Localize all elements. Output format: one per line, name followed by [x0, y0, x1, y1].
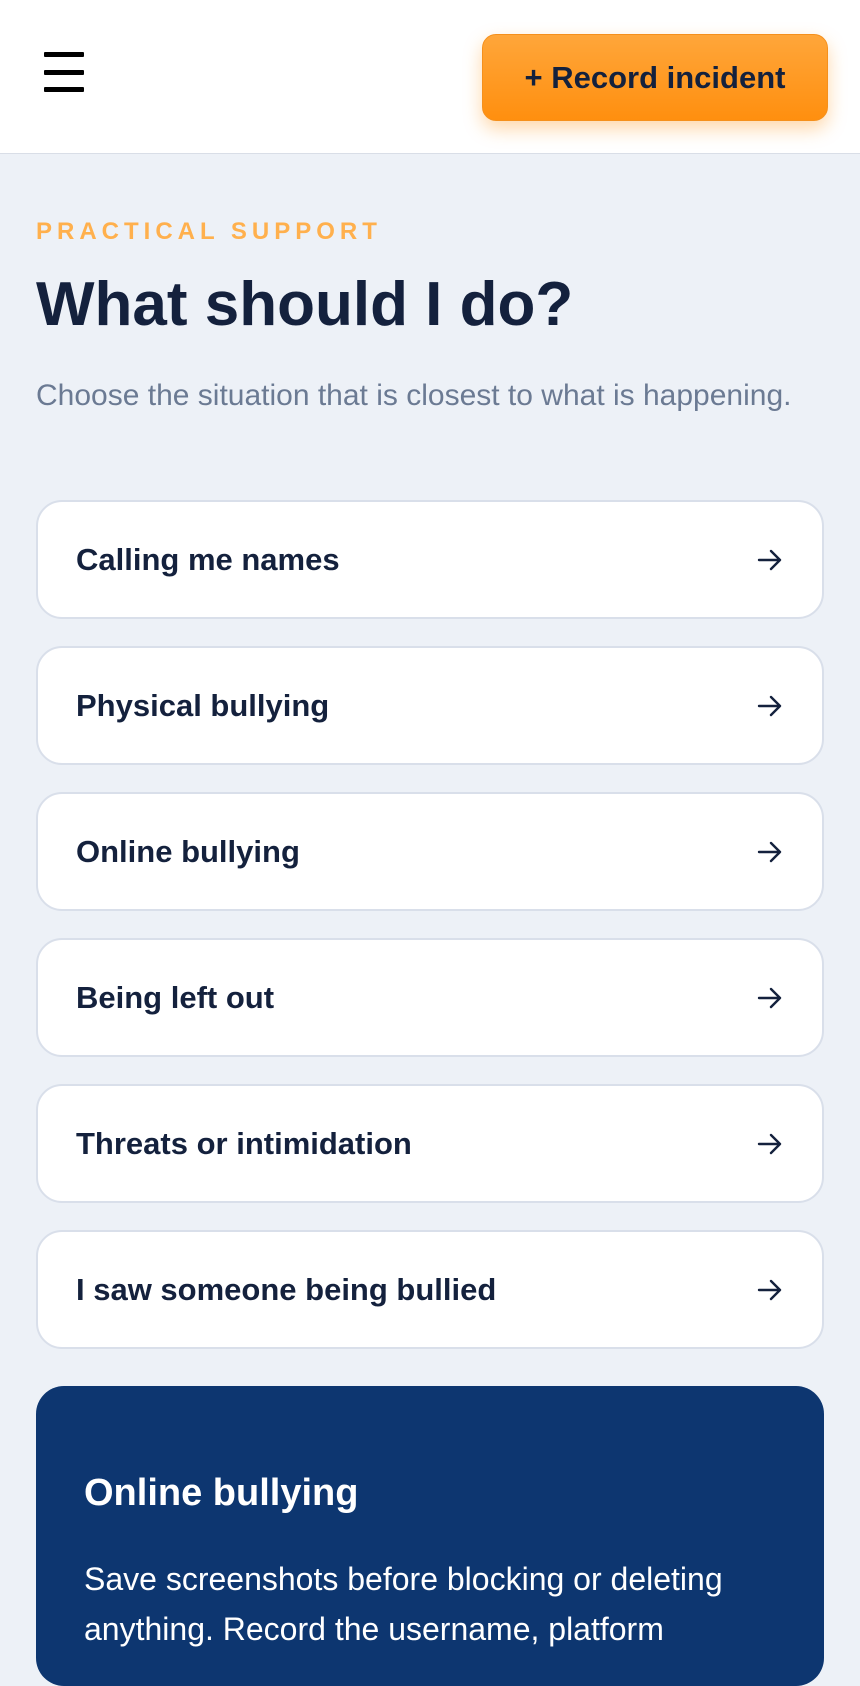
option-label: Calling me names: [76, 542, 340, 577]
record-incident-button[interactable]: + Record incident: [482, 34, 828, 121]
option-label: I saw someone being bullied: [76, 1272, 497, 1307]
advice-panel-title: Online bullying: [84, 1472, 359, 1514]
intro-text: Choose the situation that is closest to …: [36, 379, 792, 412]
menu-line: [44, 69, 84, 75]
situation-option-calling-names[interactable]: Calling me names: [36, 500, 824, 619]
situation-option-left-out[interactable]: Being left out: [36, 938, 824, 1057]
situation-list: Calling me names Physical bullying Onlin…: [36, 500, 824, 1376]
menu-line: [44, 52, 84, 57]
top-bar: + Record incident: [0, 0, 860, 154]
arrow-right-icon: [757, 1279, 782, 1301]
option-label: Threats or intimidation: [76, 1126, 412, 1161]
situation-option-witness[interactable]: I saw someone being bullied: [36, 1230, 824, 1349]
arrow-right-icon: [757, 841, 782, 863]
arrow-right-icon: [757, 695, 782, 717]
menu-line: [44, 87, 84, 92]
option-label: Online bullying: [76, 834, 300, 869]
hamburger-menu-icon[interactable]: [44, 52, 88, 92]
advice-panel: Online bullying Save screenshots before …: [36, 1386, 824, 1686]
option-label: Being left out: [76, 980, 275, 1015]
section-eyebrow: PRACTICAL SUPPORT: [36, 218, 382, 245]
situation-option-threats[interactable]: Threats or intimidation: [36, 1084, 824, 1203]
page-title: What should I do?: [36, 270, 574, 339]
arrow-right-icon: [757, 1133, 782, 1155]
arrow-right-icon: [757, 987, 782, 1009]
situation-option-physical[interactable]: Physical bullying: [36, 646, 824, 765]
option-label: Physical bullying: [76, 688, 330, 723]
advice-panel-text: Save screenshots before blocking or dele…: [84, 1561, 723, 1647]
situation-option-online[interactable]: Online bullying: [36, 792, 824, 911]
arrow-right-icon: [757, 549, 782, 571]
